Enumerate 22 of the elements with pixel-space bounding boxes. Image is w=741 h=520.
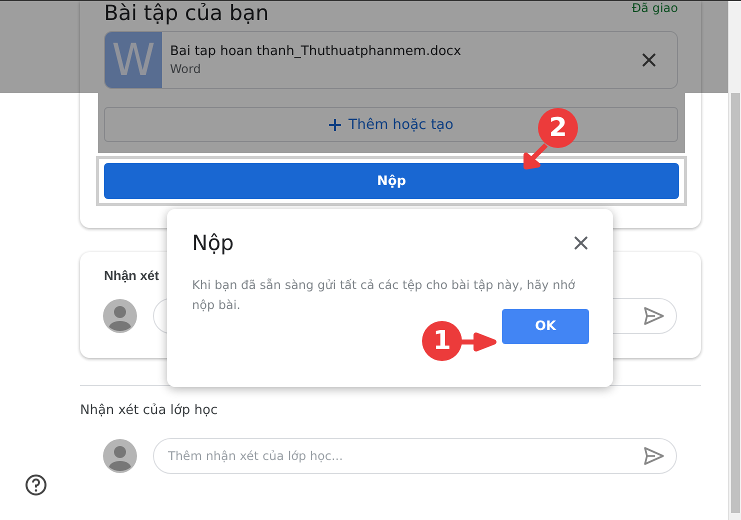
help-icon[interactable] bbox=[25, 474, 47, 496]
attachment-card[interactable]: W Bai tap hoan thanh_Thuthuatphanmem.docx Word bbox=[104, 31, 678, 89]
section-title: Nhận xét bbox=[103, 268, 160, 283]
dialog-title: Nộp bbox=[192, 231, 234, 255]
close-icon[interactable] bbox=[641, 52, 657, 68]
scrollbar-thumb[interactable] bbox=[731, 93, 740, 513]
file-name: Bai tap hoan thanh_Thuthuatphanmem.docx bbox=[170, 44, 462, 59]
send-icon[interactable] bbox=[643, 446, 665, 466]
avatar-icon bbox=[103, 439, 137, 473]
send-icon[interactable] bbox=[643, 306, 665, 326]
comment-field[interactable]: Thêm nhận xét của lớp học... bbox=[153, 438, 677, 474]
ok-button[interactable]: OK bbox=[502, 309, 589, 344]
avatar-icon bbox=[103, 299, 137, 333]
scrollbar[interactable] bbox=[728, 1, 741, 520]
document-icon: W bbox=[105, 32, 162, 88]
submit-button[interactable]: Nộp bbox=[104, 163, 679, 199]
status-label: Đã giao bbox=[632, 1, 678, 15]
close-icon[interactable] bbox=[573, 235, 589, 251]
section-title: Nhận xét của lớp học bbox=[80, 403, 219, 418]
section-title: Bài tập của bạn bbox=[104, 1, 269, 25]
plus-icon bbox=[328, 118, 341, 130]
file-type: Word bbox=[170, 62, 202, 76]
